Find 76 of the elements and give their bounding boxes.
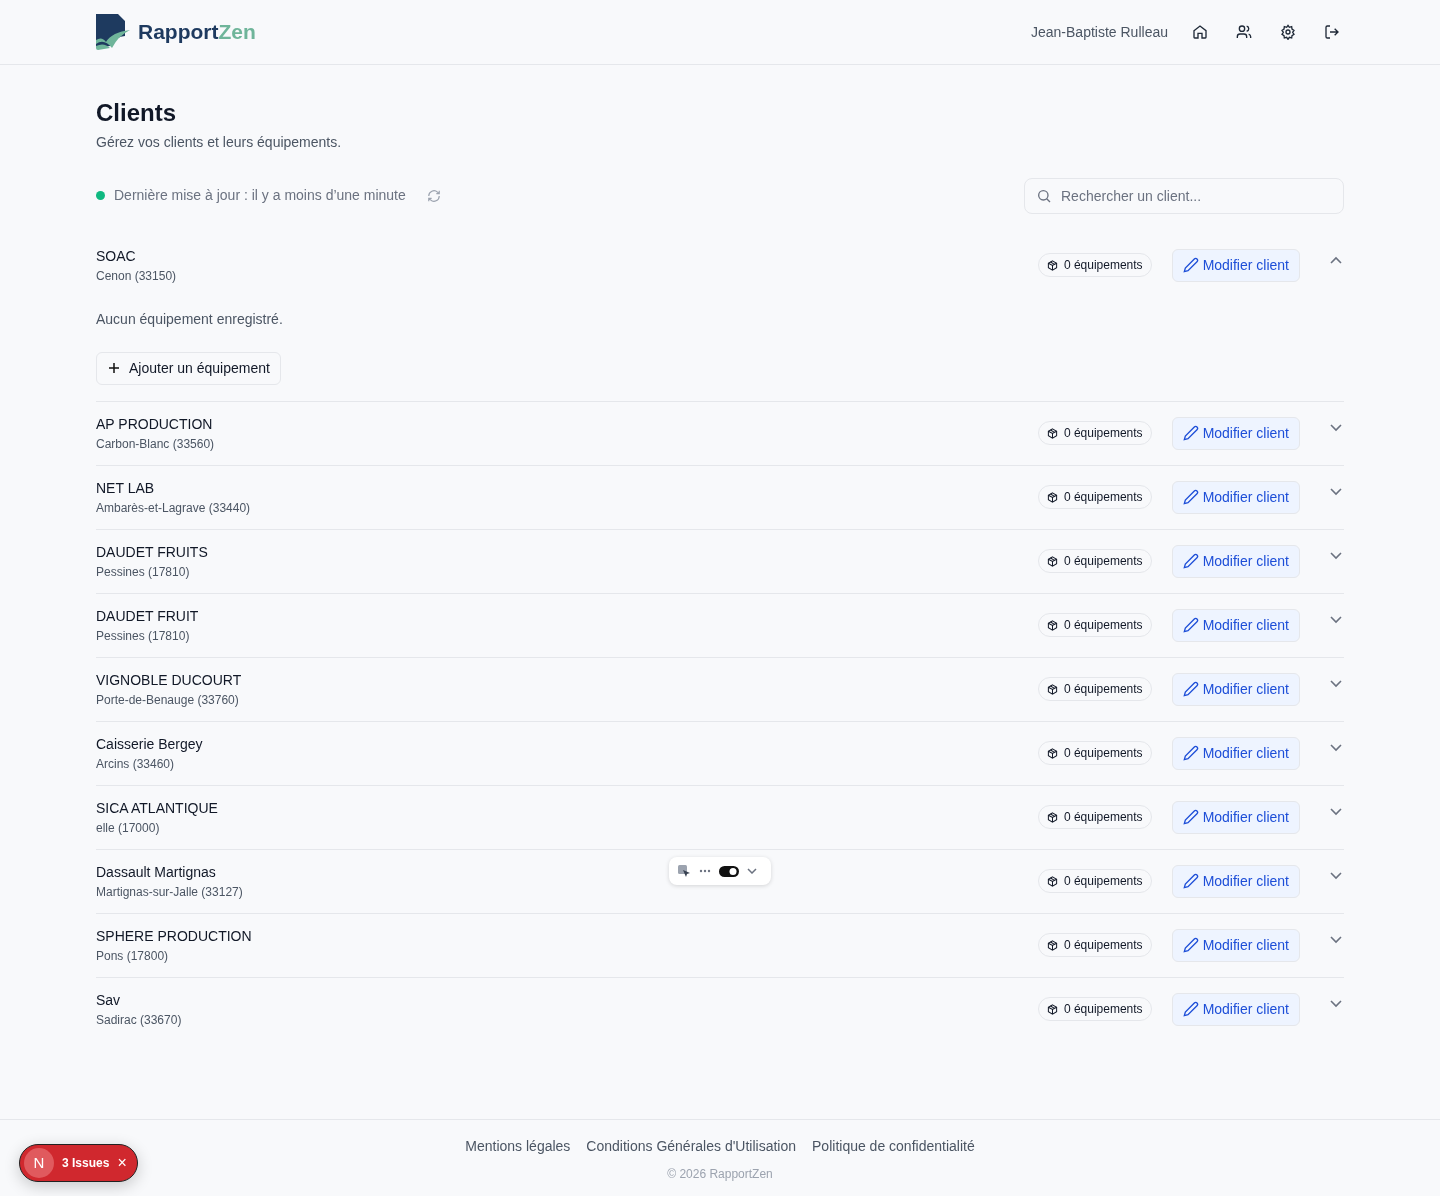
- pencil-icon: [1182, 873, 1199, 890]
- edit-client-button[interactable]: Modifier client: [1171, 992, 1300, 1026]
- cube-icon: [1046, 491, 1058, 503]
- pencil-icon: [1182, 809, 1199, 826]
- cube-icon: [1046, 811, 1058, 823]
- client-name: Dassault Martignas: [96, 862, 217, 882]
- client-location: Pons (17800): [96, 947, 170, 965]
- brand-name[interactable]: RapportZen: [138, 16, 256, 48]
- pencil-icon: [1182, 745, 1199, 762]
- client-name: DAUDET FRUITS: [96, 542, 208, 562]
- cube-icon: [1046, 619, 1058, 631]
- search-field[interactable]: Rechercher un client...: [1024, 177, 1344, 214]
- cube-icon: [1046, 427, 1058, 439]
- caret-icon[interactable]: [747, 868, 757, 874]
- cube-icon: [1046, 259, 1058, 271]
- client-location: Ambarès-et-Lagrave (33440): [96, 499, 251, 517]
- last-update-text: Dernière mise à jour : il y a moins d’une minute: [114, 186, 406, 206]
- pencil-icon: [1182, 937, 1199, 954]
- edit-client-button[interactable]: Modifier client: [1171, 864, 1300, 898]
- pencil-icon: [1182, 681, 1199, 698]
- page-subtitle: Gérez vos clients et leurs équipements.: [96, 132, 343, 152]
- cursor-icon[interactable]: [677, 864, 691, 878]
- logo-icon: [96, 14, 130, 50]
- client-name: DAUDET FRUIT: [96, 606, 199, 626]
- cube-icon: [1046, 939, 1058, 951]
- pencil-icon: [1182, 257, 1199, 274]
- client-name: NET LAB: [96, 478, 156, 498]
- client-location: Pessines (17810): [96, 563, 191, 581]
- footer-link[interactable]: Politique de confidentialité: [812, 1136, 975, 1157]
- footer-link[interactable]: Mentions légales: [465, 1136, 571, 1157]
- edit-client-button[interactable]: Modifier client: [1171, 800, 1300, 834]
- client-location: Sadirac (33670): [96, 1011, 182, 1029]
- edit-client-button[interactable]: Modifier client: [1171, 736, 1300, 770]
- edit-client-button[interactable]: Modifier client: [1171, 416, 1300, 450]
- pencil-icon: [1182, 617, 1199, 634]
- edit-client-button[interactable]: Modifier client: [1171, 608, 1300, 642]
- edit-client-button[interactable]: Modifier client: [1171, 248, 1300, 282]
- cube-icon: [1046, 1003, 1058, 1015]
- edit-client-button[interactable]: Modifier client: [1171, 480, 1300, 514]
- dev-logo: N: [24, 1148, 54, 1178]
- empty-message: Aucun équipement enregistré.: [96, 309, 284, 329]
- pencil-icon: [1182, 553, 1199, 570]
- copyright-text: © 2026 RapportZen: [666, 1166, 774, 1183]
- client-location: Carbon-Blanc (33560): [96, 435, 215, 453]
- issues-badge[interactable]: N 3 Issues ×: [19, 1144, 138, 1182]
- client-location: Porte-de-Benauge (33760): [96, 691, 240, 709]
- add-equipment-button[interactable]: Ajouter un équipement: [96, 351, 281, 385]
- client-name: Sav: [96, 990, 122, 1010]
- client-location: Pessines (17810): [96, 627, 191, 645]
- client-name: AP PRODUCTION: [96, 414, 214, 434]
- client-location: Cenon (33150): [96, 267, 177, 285]
- footer-link[interactable]: Conditions Générales d'Utilisation: [586, 1136, 797, 1157]
- client-location: Martignas-sur-Jalle (33127): [96, 883, 243, 901]
- pencil-icon: [1182, 1001, 1199, 1018]
- client-location: elle (17000): [96, 819, 161, 837]
- edit-client-button[interactable]: Modifier client: [1171, 544, 1300, 578]
- client-name: SICA ATLANTIQUE: [96, 798, 218, 818]
- client-name: SPHERE PRODUCTION: [96, 926, 252, 946]
- client-name: Caisserie Bergey: [96, 734, 203, 754]
- toggle-switch[interactable]: [719, 865, 739, 877]
- cube-icon: [1046, 555, 1058, 567]
- cube-icon: [1046, 683, 1058, 695]
- pencil-icon: [1182, 489, 1199, 506]
- user-name: Jean-Baptiste Rulleau: [1031, 22, 1168, 42]
- issues-count: 3 Issues: [62, 1155, 110, 1172]
- edit-client-button[interactable]: Modifier client: [1171, 928, 1300, 962]
- client-name: VIGNOBLE DUCOURT: [96, 670, 242, 690]
- cube-icon: [1046, 875, 1058, 887]
- plus-icon: [107, 361, 121, 376]
- pencil-icon: [1182, 425, 1199, 442]
- more-icon[interactable]: [699, 869, 711, 873]
- client-name: SOAC: [96, 246, 137, 266]
- edit-client-button[interactable]: Modifier client: [1171, 672, 1300, 706]
- cube-icon: [1046, 747, 1058, 759]
- page-title: Clients: [96, 99, 177, 128]
- client-location: Arcins (33460): [96, 755, 176, 773]
